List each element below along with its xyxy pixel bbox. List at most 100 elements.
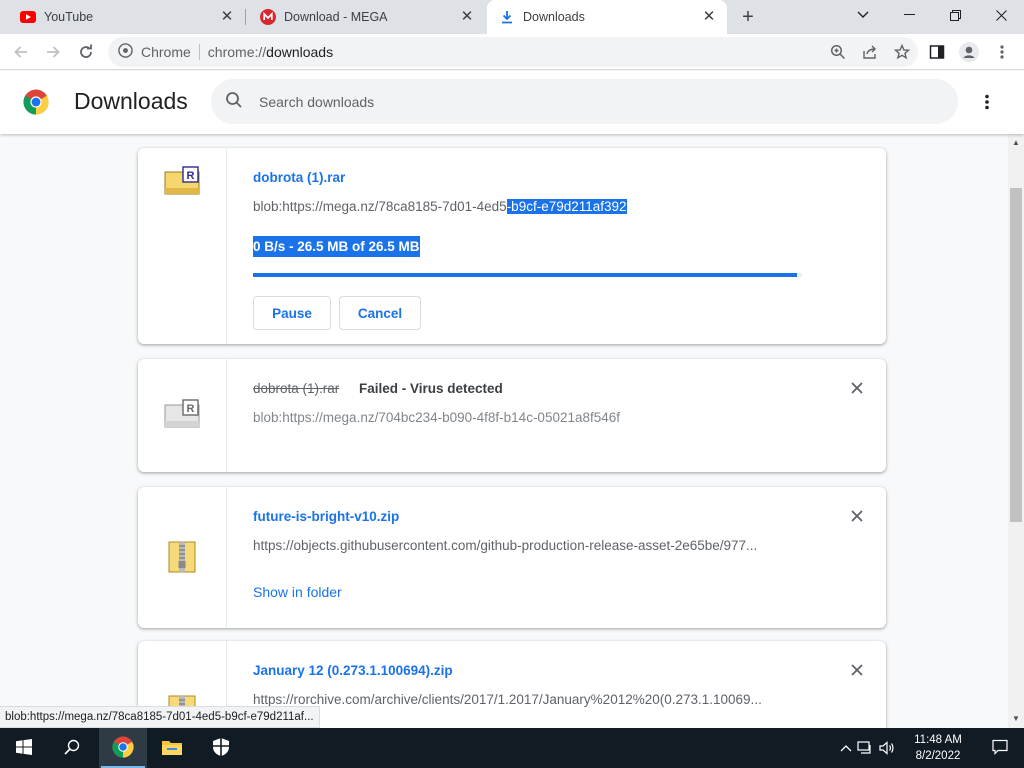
download-source-url: blob:https://mega.nz/78ca8185-7d01-4ed5-…	[253, 199, 627, 214]
download-status: Failed - Virus detected	[359, 381, 503, 396]
chrome-page-icon[interactable]	[118, 43, 133, 61]
file-icon-column	[138, 487, 227, 628]
profile-avatar-icon[interactable]	[957, 40, 981, 64]
taskbar-chrome[interactable]	[99, 728, 147, 768]
tab-title: Download - MEGA	[284, 10, 388, 24]
close-tab-icon[interactable]: ✕	[219, 9, 235, 25]
tab-search-icon[interactable]	[840, 0, 886, 30]
rar-file-icon: R	[164, 399, 200, 429]
download-details: dobrota (1).rar Failed - Virus detected …	[253, 359, 886, 472]
taskbar-windows-security[interactable]	[197, 728, 245, 768]
new-tab-button[interactable]: +	[737, 6, 759, 28]
reload-icon[interactable]	[74, 40, 98, 64]
show-in-folder-link[interactable]: Show in folder	[253, 584, 342, 600]
download-filename-link[interactable]: January 12 (0.273.1.100694).zip	[253, 663, 453, 678]
minimize-icon[interactable]	[886, 0, 932, 30]
cancel-button[interactable]: Cancel	[339, 296, 421, 330]
system-tray	[838, 728, 898, 768]
pause-button[interactable]: Pause	[253, 296, 331, 330]
back-arrow-icon[interactable]	[9, 40, 33, 64]
download-source-url: https://objects.githubusercontent.com/gi…	[253, 538, 758, 553]
download-details: future-is-bright-v10.zip https://objects…	[253, 487, 886, 628]
search-downloads-field[interactable]: Search downloads	[211, 79, 958, 124]
download-filename-link[interactable]: future-is-bright-v10.zip	[253, 509, 399, 524]
close-tab-icon[interactable]: ✕	[459, 9, 475, 25]
search-icon	[64, 739, 80, 758]
file-explorer-icon	[161, 738, 183, 759]
search-button[interactable]	[48, 728, 96, 768]
close-tab-icon[interactable]: ✕	[701, 9, 717, 25]
browser-toolbar: Chrome chrome://downloads	[0, 34, 1024, 70]
close-window-icon[interactable]	[978, 0, 1024, 30]
download-item: future-is-bright-v10.zip https://objects…	[138, 487, 886, 628]
shield-icon	[212, 737, 230, 760]
restore-icon[interactable]	[932, 0, 978, 30]
tab-mega[interactable]: Download - MEGA ✕	[245, 0, 485, 34]
chrome-menu-icon[interactable]	[990, 40, 1014, 64]
downloads-header: Downloads Search downloads	[0, 71, 1024, 134]
tab-youtube[interactable]: YouTube ✕	[0, 0, 245, 34]
volume-icon[interactable]	[876, 741, 898, 755]
search-icon	[225, 91, 243, 112]
remove-from-list-icon[interactable]	[848, 379, 866, 397]
mega-icon	[260, 9, 276, 25]
download-progress-text: 0 B/s - 26.5 MB of 26.5 MB	[253, 236, 420, 257]
show-hidden-icons-icon[interactable]	[838, 744, 854, 752]
scrollbar-thumb[interactable]	[1010, 188, 1022, 522]
progress-bar-fill	[253, 273, 797, 277]
scroll-down-arrow-icon[interactable]: ▼	[1011, 714, 1021, 724]
taskbar-file-explorer[interactable]	[148, 728, 196, 768]
scroll-up-arrow-icon[interactable]: ▲	[1011, 138, 1021, 148]
remove-from-list-icon[interactable]	[848, 661, 866, 679]
windows-logo-icon	[16, 738, 32, 758]
action-center-button[interactable]	[976, 728, 1024, 768]
page-title: Downloads	[74, 88, 188, 114]
download-filename-link[interactable]: dobrota (1).rar	[253, 170, 345, 185]
svg-text:R: R	[187, 403, 195, 415]
page-scrollbar[interactable]: ▲ ▼	[1008, 134, 1024, 728]
taskbar-clock[interactable]: 11:48 AM 8/2/2022	[906, 732, 970, 764]
chrome-logo-icon	[23, 89, 49, 115]
zoom-icon[interactable]	[822, 44, 854, 60]
windows-taskbar: 11:48 AM 8/2/2022	[0, 728, 1024, 768]
download-item: R dobrota (1).rar Failed - Virus detecte…	[138, 359, 886, 472]
remove-from-list-icon[interactable]	[848, 507, 866, 525]
notification-icon	[992, 739, 1008, 758]
link-status-bubble: blob:https://mega.nz/78ca8185-7d01-4ed5-…	[0, 706, 320, 728]
address-bar[interactable]: Chrome chrome://downloads	[108, 37, 918, 67]
clock-time: 11:48 AM	[914, 734, 962, 746]
tab-title: YouTube	[44, 10, 94, 24]
tab-strip: YouTube ✕ Download - MEGA ✕ Downloads ✕ …	[0, 0, 1024, 34]
download-source-url: https://rorchive.com/archive/clients/201…	[253, 692, 762, 707]
share-icon[interactable]	[854, 44, 886, 60]
more-actions-icon[interactable]	[976, 91, 998, 113]
download-icon	[499, 9, 515, 25]
download-source-url: blob:https://mega.nz/704bc234-b090-4f8f-…	[253, 410, 621, 425]
search-placeholder: Search downloads	[259, 93, 375, 110]
downloads-list: R dobrota (1).rar blob:https://mega.nz/7…	[0, 134, 1008, 728]
download-item: R dobrota (1).rar blob:https://mega.nz/7…	[138, 148, 886, 344]
forward-arrow-icon[interactable]	[41, 40, 65, 64]
bookmark-star-icon[interactable]	[886, 44, 918, 60]
tab-downloads[interactable]: Downloads ✕	[487, 0, 727, 34]
svg-text:R: R	[187, 170, 195, 182]
download-filename: dobrota (1).rar	[253, 381, 340, 396]
tab-title: Downloads	[523, 10, 585, 24]
rar-file-icon: R	[164, 166, 200, 196]
zip-file-icon	[168, 541, 196, 573]
file-icon-column: R	[138, 148, 227, 344]
omnibox-url[interactable]: chrome://downloads	[208, 44, 333, 60]
file-icon-column: R	[138, 359, 227, 472]
start-button[interactable]	[0, 728, 48, 768]
omnibox-actions	[822, 37, 918, 67]
youtube-icon	[20, 9, 36, 25]
download-details: January 12 (0.273.1.100694).zip https://…	[253, 641, 886, 728]
omnibox-divider	[198, 44, 200, 60]
omnibox-scheme-label: Chrome	[141, 44, 191, 60]
side-panel-icon[interactable]	[925, 40, 949, 64]
download-progress-bar	[253, 273, 802, 277]
chrome-logo-icon	[112, 735, 134, 761]
download-details: dobrota (1).rar blob:https://mega.nz/78c…	[253, 148, 886, 344]
network-icon[interactable]	[854, 741, 876, 755]
clock-date: 8/2/2022	[915, 750, 961, 762]
